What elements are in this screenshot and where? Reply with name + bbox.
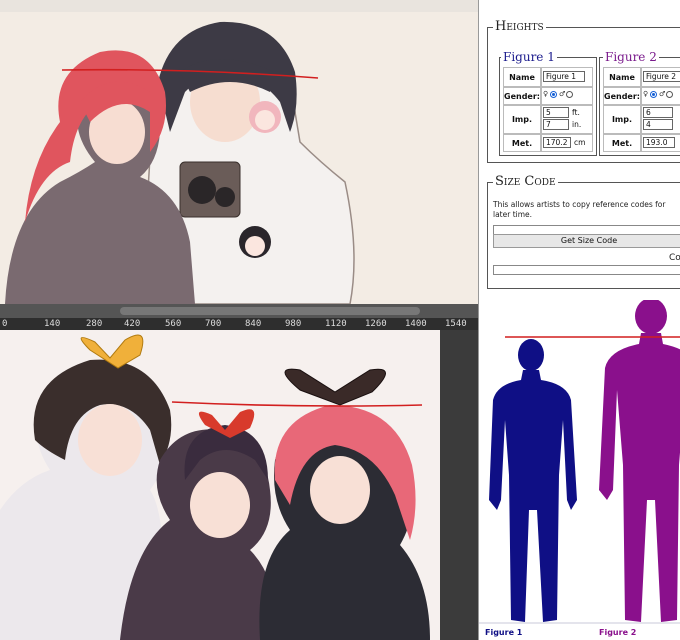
male-symbol-icon: ♂: [659, 90, 666, 98]
figure1-met-label: Met.: [503, 134, 541, 152]
figure2-legend: Figure 2: [603, 50, 659, 64]
figure1-inches-input[interactable]: 7: [543, 119, 569, 130]
bottom-artwork: [0, 330, 440, 640]
ruler-label: 560: [165, 319, 182, 329]
figure2-gender-male-radio[interactable]: [666, 91, 673, 98]
figure2-silhouette: [599, 300, 680, 622]
ruler-label: 700: [205, 319, 222, 329]
female-symbol-icon: ♀: [643, 90, 649, 98]
figure1-gender-male-radio[interactable]: [566, 91, 573, 98]
female-symbol-icon: ♀: [543, 90, 549, 98]
height-comparison-form: Heights Figure 1 Name Figure 1 Gender: ♀…: [478, 0, 680, 300]
canvas-scrollbar-thumb[interactable]: [120, 307, 420, 315]
ruler-label: 280: [86, 319, 103, 329]
figure1-met-input[interactable]: 170.2: [543, 137, 571, 148]
ruler-label: 1540: [445, 319, 467, 329]
figure2-met-input[interactable]: 193.0: [643, 137, 675, 148]
figure1-feet-unit: ft.: [572, 108, 580, 117]
size-code-legend: Size Code: [493, 174, 558, 189]
ruler-label: 1120: [325, 319, 347, 329]
figure1-name-label: Name: [503, 67, 541, 87]
height-silhouettes: Figure 1 Figure 2: [478, 300, 680, 640]
figure2-caption: Figure 2: [599, 628, 637, 637]
horizontal-ruler: 0 140 280 420 560 700 840 980 1120 1260 …: [0, 318, 478, 330]
ruler-label: 140: [44, 319, 61, 329]
figure1-name-input[interactable]: Figure 1: [543, 71, 585, 82]
figure2-gender-female-radio[interactable]: [650, 91, 657, 98]
figure2-feet-input[interactable]: 6: [643, 107, 673, 118]
canvas-pasteboard: [440, 330, 478, 640]
figure1-silhouette: [489, 339, 577, 622]
figure1-inches-unit: in.: [572, 120, 582, 129]
figure1-legend: Figure 1: [501, 50, 557, 64]
male-symbol-icon: ♂: [559, 90, 566, 98]
heights-legend: Heights: [493, 19, 546, 34]
top-artwork-canvas[interactable]: [0, 0, 478, 304]
ruler-label: 980: [285, 319, 302, 329]
figure2-inches-input[interactable]: 4: [643, 119, 673, 130]
figure2-name-input[interactable]: Figure 2: [643, 71, 680, 82]
bottom-artwork-canvas[interactable]: [0, 330, 440, 640]
figure1-gender-female-radio[interactable]: [550, 91, 557, 98]
figure2-name-label: Name: [603, 67, 641, 87]
figure1-feet-input[interactable]: 5: [543, 107, 569, 118]
figure2-imp-label: Imp.: [603, 105, 641, 134]
figure1-met-unit: cm: [574, 138, 586, 147]
size-code-output[interactable]: [493, 265, 680, 275]
ruler-label: 1260: [365, 319, 387, 329]
size-code-description: This allows artists to copy reference co…: [493, 200, 666, 219]
figure1-imp-label: Imp.: [503, 105, 541, 134]
code-label-partial: Co: [669, 253, 680, 263]
ruler-label: 420: [124, 319, 141, 329]
figure2-gender-label: Gender:: [603, 87, 641, 105]
ruler-tick-zero: 0: [2, 319, 8, 329]
figure1-caption: Figure 1: [485, 628, 523, 637]
ruler-label: 1400: [405, 319, 427, 329]
top-artwork: [0, 12, 478, 304]
silhouette-drawing: [479, 300, 680, 624]
figure2-met-label: Met.: [603, 134, 641, 152]
get-size-code-button[interactable]: Get Size Code: [493, 234, 680, 248]
ruler-label: 840: [245, 319, 262, 329]
figure1-gender-label: Gender:: [503, 87, 541, 105]
